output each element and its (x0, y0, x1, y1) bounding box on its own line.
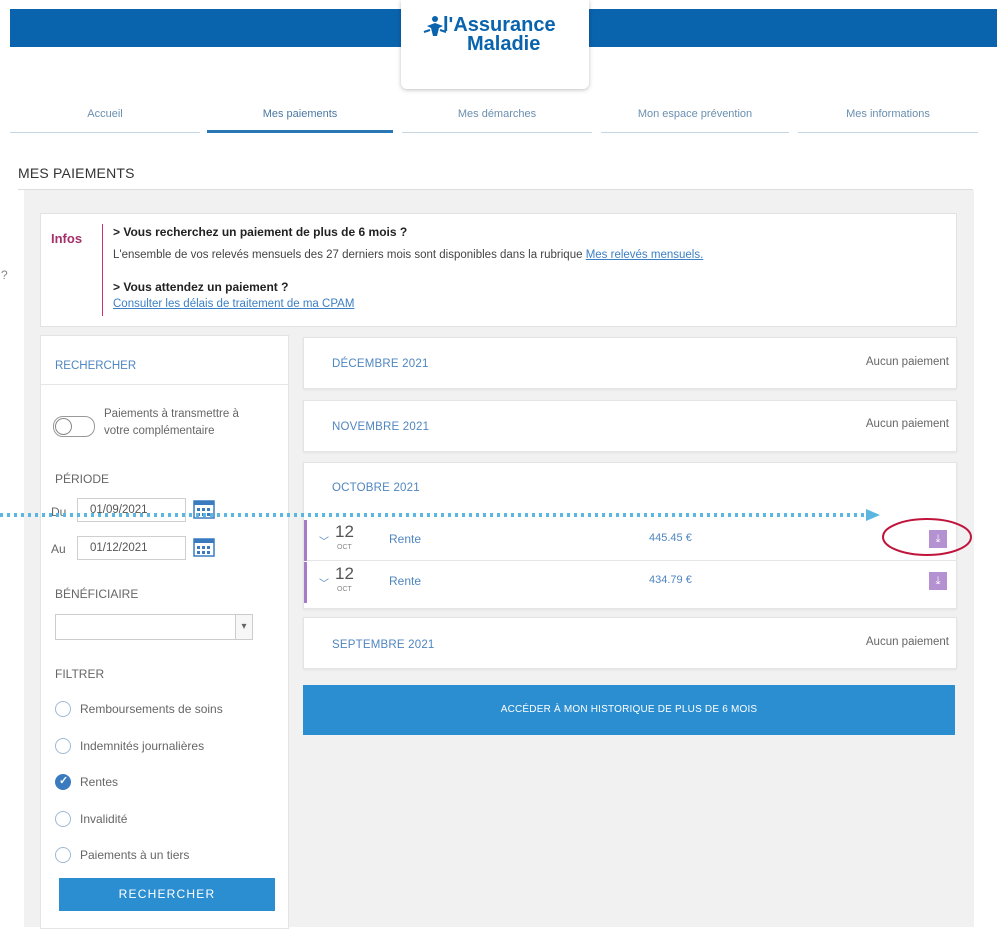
chevron-down-icon[interactable]: ﹀ (319, 575, 329, 590)
month-name: NOVEMBRE 2021 (332, 421, 430, 433)
date-to-input[interactable]: 01/12/2021 (77, 536, 186, 560)
edge-glyph: ? (1, 268, 8, 282)
filter-label-tiers: Paiements à un tiers (80, 848, 190, 862)
beneficiary-label: BÉNÉFICIAIRE (55, 587, 139, 601)
calendar-icon[interactable] (193, 499, 215, 519)
tab-label: Mes paiements (262, 108, 338, 120)
releves-mensuels-link[interactable]: Mes relevés mensuels. (586, 249, 704, 261)
date-from-input[interactable]: 01/09/2021 (77, 498, 186, 522)
month-status: Aucun paiement (865, 418, 949, 430)
month-card-decembre[interactable]: DÉCEMBRE 2021 Aucun paiement (303, 337, 957, 389)
month-status: Aucun paiement (865, 636, 949, 648)
payment-month: OCT (337, 544, 352, 551)
period-label: PÉRIODE (55, 472, 110, 486)
logo-line-2: Maladie (467, 33, 541, 55)
toggle-knob (55, 418, 72, 435)
month-name: OCTOBRE 2021 (332, 482, 420, 494)
payment-label: Rente (389, 574, 422, 588)
payment-amount: 434.79 € (649, 574, 692, 586)
tab-accueil[interactable]: Accueil (10, 104, 200, 133)
row-divider (307, 560, 956, 561)
tab-label: Mon espace prévention (637, 108, 753, 120)
tab-mes-paiements[interactable]: Mes paiements (207, 104, 393, 133)
filter-radio-tiers[interactable] (55, 847, 71, 863)
payment-row[interactable]: ﹀ 12 OCT Rente 445.45 € ⤓ (304, 520, 956, 561)
complementaire-toggle[interactable] (53, 416, 95, 437)
logo-text: l'Assurance Maladie (443, 15, 583, 55)
panel-divider (41, 384, 288, 385)
payment-day: 12 (335, 564, 354, 583)
info-text-1: L'ensemble de vos relevés mensuels des 2… (113, 249, 703, 261)
filter-label-remboursements: Remboursements de soins (80, 702, 223, 716)
tab-label: Accueil (87, 108, 123, 120)
month-name: SEPTEMBRE 2021 (332, 639, 435, 651)
history-button[interactable]: ACCÉDER À MON HISTORIQUE DE PLUS DE 6 MO… (303, 685, 955, 735)
chevron-down-icon: ▾ (235, 615, 252, 639)
month-card-novembre[interactable]: NOVEMBRE 2021 Aucun paiement (303, 400, 957, 452)
tab-mes-informations[interactable]: Mes informations (798, 104, 978, 133)
info-text-1-body: L'ensemble de vos relevés mensuels des 2… (113, 249, 583, 261)
filter-radio-remboursements[interactable] (55, 701, 71, 717)
tab-mes-demarches[interactable]: Mes démarches (402, 104, 592, 133)
info-question-1: > Vous recherchez un paiement de plus de… (113, 225, 408, 239)
month-name: DÉCEMBRE 2021 (332, 358, 429, 370)
info-text-2: Consulter les délais de traitement de ma… (113, 298, 354, 310)
month-status: Aucun paiement (865, 356, 949, 368)
to-label: Au (51, 542, 66, 556)
tab-mon-espace-prevention[interactable]: Mon espace prévention (601, 104, 789, 133)
month-card-septembre[interactable]: SEPTEMBRE 2021 Aucun paiement (303, 617, 957, 669)
delais-cpam-link[interactable]: Consulter les délais de traitement de ma… (113, 298, 354, 310)
toggle-label-line-1: Paiements à transmettre à (104, 408, 239, 420)
calendar-icon[interactable] (193, 537, 215, 557)
page-title: MES PAIEMENTS (18, 165, 135, 181)
filter-label-invalidite: Invalidité (80, 812, 128, 826)
info-banner: Infos > Vous recherchez un paiement de p… (40, 213, 957, 327)
main-nav: Accueil Mes paiements Mes démarches Mon … (10, 104, 997, 134)
tab-label: Mes informations (846, 108, 930, 120)
info-label: Infos (51, 231, 83, 246)
from-label: Du (51, 505, 67, 519)
payment-row[interactable]: ﹀ 12 OCT Rente 434.79 € ⤓ (304, 562, 956, 603)
search-heading: RECHERCHER (55, 360, 137, 372)
filter-radio-rentes[interactable] (55, 774, 71, 790)
filter-radio-indemnites[interactable] (55, 738, 71, 754)
toggle-label: Paiements à transmettre à votre compléme… (104, 406, 239, 440)
payment-label: Rente (389, 532, 422, 546)
payment-day: 12 (335, 522, 354, 541)
filter-radio-invalidite[interactable] (55, 811, 71, 827)
chevron-down-icon[interactable]: ﹀ (319, 533, 329, 548)
filter-label: FILTRER (55, 667, 105, 681)
payment-month: OCT (337, 586, 352, 593)
download-icon[interactable]: ⤓ (929, 530, 947, 548)
toggle-label-line-2: votre complémentaire (104, 425, 215, 437)
payment-amount: 445.45 € (649, 532, 692, 544)
tab-label: Mes démarches (457, 108, 537, 120)
info-question-2: > Vous attendez un paiement ? (113, 280, 289, 294)
filter-label-indemnites: Indemnités journalières (80, 739, 205, 753)
search-button[interactable]: RECHERCHER (59, 878, 275, 911)
search-panel: RECHERCHER Paiements à transmettre à vot… (40, 335, 289, 929)
download-icon[interactable]: ⤓ (929, 572, 947, 590)
info-separator (102, 224, 103, 316)
filter-label-rentes: Rentes (80, 775, 119, 789)
beneficiary-select[interactable]: ▾ (55, 614, 253, 640)
month-card-octobre[interactable]: OCTOBRE 2021 ﹀ 12 OCT Rente 445.45 € ⤓ ﹀… (303, 462, 957, 609)
